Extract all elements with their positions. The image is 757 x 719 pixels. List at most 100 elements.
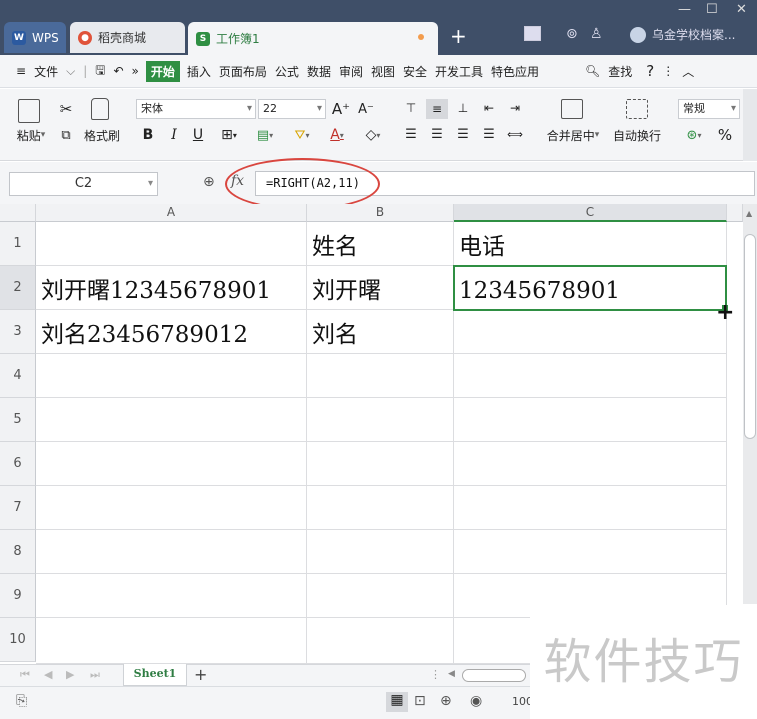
menu-start[interactable]: 开始 bbox=[145, 60, 180, 82]
font-color-icon[interactable]: A ▾ bbox=[324, 125, 350, 145]
page-badge[interactable]: 1 bbox=[524, 26, 541, 41]
row-header[interactable]: 3 bbox=[0, 310, 36, 354]
row-header[interactable]: 6 bbox=[0, 442, 36, 486]
align-bottom-icon[interactable]: ⊥ bbox=[454, 99, 472, 117]
menu-data[interactable]: 数据 bbox=[303, 63, 335, 80]
page-layout-view-icon[interactable]: ⊕ bbox=[440, 693, 452, 709]
cell-b8[interactable] bbox=[307, 530, 454, 574]
eye-protection-icon[interactable]: ◉ bbox=[470, 693, 482, 709]
more-icon[interactable]: » bbox=[128, 64, 143, 78]
cell-b4[interactable] bbox=[307, 354, 454, 398]
next-sheet-icon[interactable]: ▶ bbox=[66, 668, 74, 681]
cell-b6[interactable] bbox=[307, 442, 454, 486]
chevron-down-icon[interactable]: ⌵ bbox=[62, 64, 79, 79]
cell-b10[interactable] bbox=[307, 618, 454, 664]
row-header[interactable]: 10 bbox=[0, 618, 36, 662]
number-format-select[interactable]: 常规 bbox=[678, 99, 740, 119]
fill-color-icon[interactable]: ⛛ ▾ bbox=[288, 125, 316, 145]
column-header-c[interactable]: C bbox=[454, 204, 727, 222]
maximize-icon[interactable]: ☐ bbox=[706, 2, 718, 17]
brush-icon[interactable] bbox=[91, 98, 109, 120]
cell-b2[interactable]: 刘开曙 bbox=[307, 266, 454, 310]
cell-c4[interactable] bbox=[454, 354, 727, 398]
first-sheet-icon[interactable]: ⏮ bbox=[20, 668, 30, 682]
indent-decrease-icon[interactable]: ⇤ bbox=[480, 99, 498, 117]
menu-view[interactable]: 视图 bbox=[367, 63, 399, 80]
new-tab-button[interactable]: + bbox=[450, 24, 467, 48]
vertical-scrollbar[interactable]: ▲ bbox=[743, 204, 757, 604]
align-left-icon[interactable]: ☰ bbox=[402, 125, 420, 143]
cell-b9[interactable] bbox=[307, 574, 454, 618]
hamburger-icon[interactable]: ≡ bbox=[12, 64, 30, 78]
cell-a5[interactable] bbox=[36, 398, 307, 442]
menu-page-layout[interactable]: 页面布局 bbox=[215, 63, 271, 80]
row-header[interactable]: 7 bbox=[0, 486, 36, 530]
cell-b1[interactable]: 姓名 bbox=[307, 222, 454, 266]
search-label[interactable]: 查找 bbox=[604, 63, 636, 80]
last-sheet-icon[interactable]: ⏭ bbox=[90, 668, 100, 682]
select-all-corner[interactable] bbox=[0, 204, 36, 222]
cell-a10[interactable] bbox=[36, 618, 307, 664]
percent-button[interactable]: % bbox=[714, 125, 736, 145]
zoom-search-icon[interactable]: ⊕ bbox=[203, 174, 215, 190]
border-icon[interactable]: ⊞ ▾ bbox=[216, 125, 242, 145]
currency-icon[interactable]: ⊛ ▾ bbox=[680, 125, 708, 145]
cell-a2[interactable]: 刘开曙12345678901 bbox=[36, 266, 307, 310]
menu-file[interactable]: 文件 bbox=[30, 63, 62, 80]
collapse-ribbon-icon[interactable]: ︿ bbox=[678, 63, 698, 80]
skin-icon[interactable]: ♙ bbox=[590, 26, 603, 42]
row-header[interactable]: 1 bbox=[0, 222, 36, 266]
font-name-select[interactable]: 宋体 bbox=[136, 99, 256, 119]
share-icon[interactable]: ⊚ bbox=[566, 26, 578, 42]
row-header[interactable]: 8 bbox=[0, 530, 36, 574]
decrease-font-icon[interactable]: A⁻ bbox=[357, 99, 375, 119]
tab-daoke-shop[interactable]: ● 稻壳商城 bbox=[70, 22, 185, 53]
paste-button[interactable]: 粘贴 ▾ bbox=[12, 127, 50, 143]
add-sheet-button[interactable]: + bbox=[194, 665, 207, 684]
horizontal-scroll-thumb[interactable] bbox=[462, 669, 526, 682]
menu-security[interactable]: 安全 bbox=[399, 63, 431, 80]
row-header[interactable]: 5 bbox=[0, 398, 36, 442]
align-top-icon[interactable]: ⊤ bbox=[402, 99, 420, 117]
menu-insert[interactable]: 插入 bbox=[183, 63, 215, 80]
cell-a4[interactable] bbox=[36, 354, 307, 398]
distribute-icon[interactable]: ⟺ bbox=[506, 125, 524, 143]
cell-a6[interactable] bbox=[36, 442, 307, 486]
menu-formula[interactable]: 公式 bbox=[271, 63, 303, 80]
close-icon[interactable]: ✕ bbox=[736, 2, 747, 17]
wrap-text-button[interactable]: 自动换行 bbox=[610, 127, 664, 143]
align-right-icon[interactable]: ☰ bbox=[454, 125, 472, 143]
merge-center-button[interactable]: 合并居中 ▾ bbox=[540, 127, 606, 143]
tab-wps[interactable]: W WPS bbox=[4, 22, 66, 53]
cut-icon[interactable]: ✂ bbox=[56, 99, 76, 119]
format-painter-button[interactable]: 格式刷 bbox=[80, 127, 124, 143]
scroll-thumb[interactable] bbox=[744, 234, 756, 439]
kebab-icon[interactable]: ⋮ bbox=[658, 64, 678, 78]
row-header[interactable]: 2 bbox=[0, 266, 36, 310]
row-header[interactable]: 9 bbox=[0, 574, 36, 618]
cell-a7[interactable] bbox=[36, 486, 307, 530]
fill-pattern-icon[interactable]: ▤ ▾ bbox=[252, 125, 278, 145]
scroll-up-icon[interactable]: ▲ bbox=[746, 209, 752, 218]
menu-special[interactable]: 特色应用 bbox=[487, 63, 543, 80]
align-center-icon[interactable]: ☰ bbox=[428, 125, 446, 143]
copy-icon[interactable]: ⧉ bbox=[56, 125, 76, 145]
cell-b7[interactable] bbox=[307, 486, 454, 530]
cell-a3[interactable]: 刘名23456789012 bbox=[36, 310, 307, 354]
cell-c8[interactable] bbox=[454, 530, 727, 574]
row-header[interactable]: 4 bbox=[0, 354, 36, 398]
column-header-b[interactable]: B bbox=[307, 204, 454, 222]
search-icon[interactable]: 🔍︎ bbox=[581, 64, 604, 78]
save-icon[interactable]: 🖫 bbox=[91, 61, 109, 82]
scroll-left-icon[interactable]: ◀ bbox=[448, 669, 455, 679]
bold-icon[interactable]: B bbox=[140, 125, 156, 145]
italic-icon[interactable]: I bbox=[166, 125, 182, 145]
help-icon[interactable]: ? bbox=[642, 62, 658, 80]
font-size-select[interactable]: 22 bbox=[258, 99, 326, 119]
menu-review[interactable]: 审阅 bbox=[335, 63, 367, 80]
menu-developer[interactable]: 开发工具 bbox=[431, 63, 487, 80]
normal-view-icon[interactable]: ▦ bbox=[386, 692, 408, 712]
cell-c6[interactable] bbox=[454, 442, 727, 486]
sheet-tab-sheet1[interactable]: Sheet1 bbox=[123, 664, 187, 686]
wrap-icon[interactable] bbox=[626, 99, 648, 119]
